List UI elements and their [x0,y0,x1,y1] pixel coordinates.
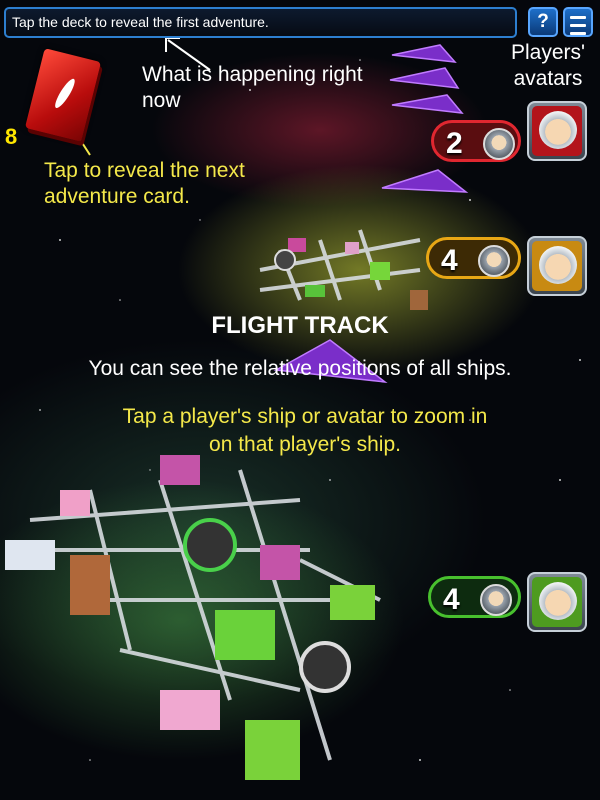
player-1-avatar[interactable] [527,101,587,161]
player-2-position: 4 [441,244,458,277]
menu-icon [565,16,591,35]
status-hint-label: What is happening right now [142,63,363,112]
deck-glyph-icon [52,76,78,111]
player-ship[interactable] [0,440,420,800]
help-icon: ? [537,11,549,32]
avatars-hint-label: Players' avatars [510,41,586,90]
player-3-position-marker[interactable]: 4 [428,576,521,618]
player-1-position: 2 [446,127,463,160]
player-ship-yellow[interactable] [255,215,440,325]
player-1-position-marker[interactable]: 2 [431,120,521,162]
menu-button[interactable] [563,7,593,37]
help-button[interactable]: ? [528,7,558,37]
player-3-position: 4 [443,583,460,616]
status-message-bar: Tap the deck to reveal the first adventu… [4,7,517,38]
astronaut-icon [539,246,577,284]
astronaut-icon [483,128,515,160]
astronaut-icon [539,582,577,620]
astronaut-icon [478,245,510,277]
player-3-avatar[interactable] [527,572,587,632]
player-2-position-marker[interactable]: 4 [426,237,521,279]
astronaut-icon [480,584,512,616]
deck-hint-label: Tap to reveal the next adventure card. [44,159,245,208]
deck-count: 8 [5,124,18,149]
player-2-avatar[interactable] [527,236,587,296]
flight-track-description: You can see the relative positions of al… [88,357,512,380]
astronaut-icon [539,111,577,149]
